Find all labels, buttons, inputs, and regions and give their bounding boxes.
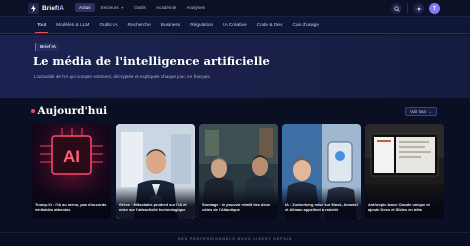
trusted-by-strip: DES PROFESSIONNELS NOUS LISENT DEPUIS [0,232,470,246]
category-tabs: Tout Modèles & LLM Outils IA Recherche B… [32,17,324,34]
brand-name: BriefIA [42,5,65,12]
trusted-by-label: DES PROFESSIONNELS NOUS LISENT DEPUIS [177,237,293,241]
nav-item-analyses[interactable]: Analyses [182,3,209,12]
tab-business[interactable]: Business [156,17,185,34]
search-button[interactable] [391,3,402,14]
tab-cas-usage[interactable]: Cas d'usage [288,17,325,34]
section-header: Aujourd'hui [31,105,107,117]
arrow-right-icon: → [427,109,433,114]
section-title: Aujourd'hui [37,105,108,117]
nav-item-outils[interactable]: Outils [130,3,150,12]
card-title: Trump-Xi : l'IA au menu, pas d'accords v… [35,202,107,213]
divider [407,4,408,13]
theme-toggle-button[interactable] [413,3,424,14]
tab-ia-creative[interactable]: IA Créative [218,17,251,34]
main-nav: Actus Secteurs ▼ Outils Académie Analyses [75,3,209,12]
nav-item-secteurs[interactable]: Secteurs ▼ [97,3,129,12]
tab-tout[interactable]: Tout [32,17,51,34]
page-title: Le média de l'intelligence artificielle [33,54,270,68]
hero-banner: Brief IA Le média de l'intelligence arti… [0,35,470,98]
brand-logo[interactable]: BriefIA [28,3,64,14]
see-all-label: Voir tout [410,109,426,114]
nav-item-actus[interactable]: Actus [75,3,95,12]
article-card[interactable]: Sondage : le pouvoir relatif des deux cô… [199,124,278,219]
sun-icon [415,5,422,12]
search-icon [393,5,400,12]
tab-modeles-llm[interactable]: Modèles & LLM [51,17,94,34]
see-all-button[interactable]: Voir tout → [405,107,438,116]
card-title: IA : Zuckerberg mise sur Musk, Amodei et… [285,202,358,213]
tab-recherche[interactable]: Recherche [123,17,156,34]
article-card[interactable]: Anthropic lance Claude unique et ajoute … [365,124,444,219]
card-title: Sondage : le pouvoir relatif des deux cô… [202,202,271,213]
category-bar: Tout Modèles & LLM Outils IA Recherche B… [0,17,470,34]
card-title: Grèce : Mitsotakis prudent sur l'IA et m… [119,202,187,213]
top-bar: BriefIA Actus Secteurs ▼ Outils Académie … [0,0,470,17]
article-card[interactable]: IA : Zuckerberg mise sur Musk, Amodei et… [282,124,361,219]
hero-subtitle: L'actualité de l'IA qui compte vraiment,… [34,74,211,79]
tab-outils-ia[interactable]: Outils IA [94,17,122,34]
svg-text:AI: AI [63,147,80,166]
top-actions: T [391,3,440,14]
live-dot-icon [31,109,35,113]
bolt-icon [28,3,39,14]
card-title: Anthropic lance Claude unique et ajoute … [368,202,430,213]
article-card[interactable]: Grèce : Mitsotakis prudent sur l'IA et m… [116,124,195,219]
tab-regulation[interactable]: Régulation [185,17,218,34]
chevron-down-icon: ▼ [120,5,125,10]
nav-item-academie[interactable]: Académie [152,3,180,12]
tab-code-dev[interactable]: Code & Dev [252,17,288,34]
hero-badge: Brief IA [35,43,60,51]
user-avatar[interactable]: T [429,3,440,14]
article-card[interactable]: AI Trump-Xi : l'IA au menu, pas d'accord… [32,124,111,219]
